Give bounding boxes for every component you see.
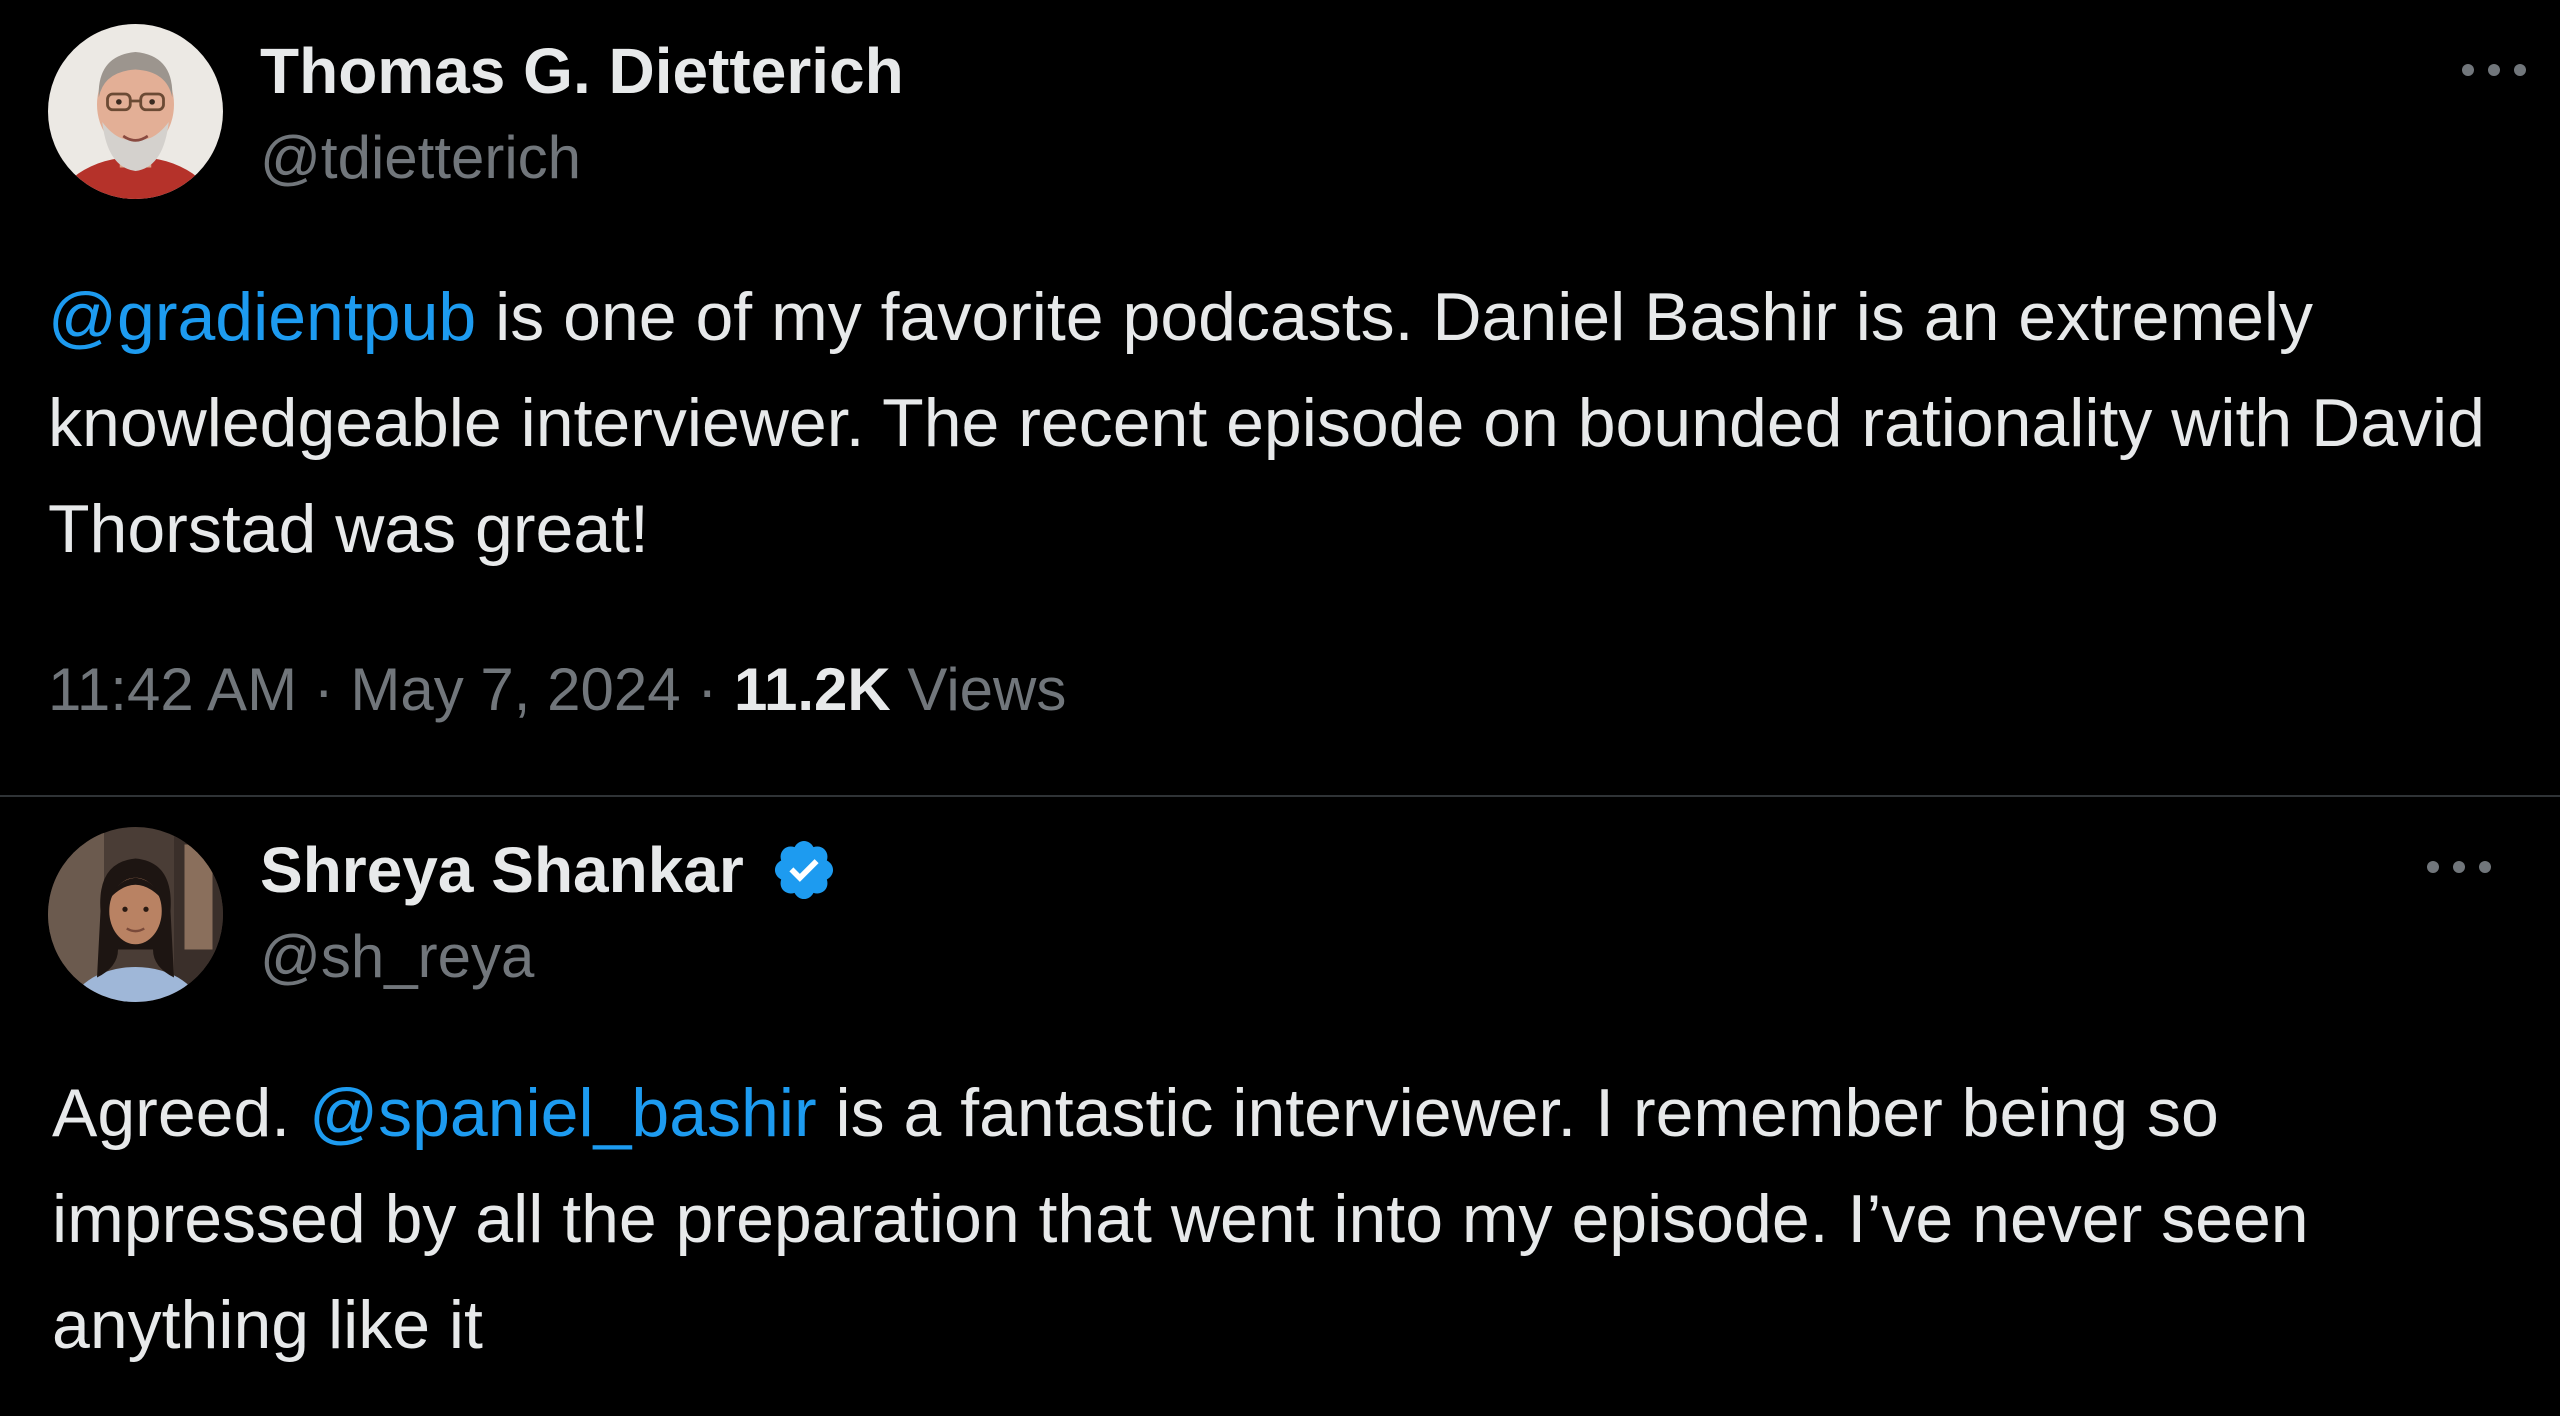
views-count[interactable]: 11.2K [734,656,891,723]
tweet-meta: 11:42 AM · May 7, 2024 · 11.2K Views [48,660,1066,720]
author-handle[interactable]: @sh_reya [260,927,534,987]
views-label: Views [890,656,1067,723]
more-options-icon[interactable] [2458,55,2530,85]
tweet-shreya-shankar: Shreya Shankar @sh_reya Agreed. @spaniel… [0,797,2560,1416]
tweet-date[interactable]: May 7, 2024 [350,656,680,723]
author-display-name[interactable]: Thomas G. Dietterich [260,39,904,103]
avatar-image [48,827,223,1002]
tweet-time[interactable]: 11:42 AM [48,656,297,723]
meta-separator: · [680,656,734,723]
tweet-text-content: Agreed. [52,1075,310,1151]
mention-link[interactable]: @spaniel_bashir [309,1075,817,1151]
mention-link[interactable]: @gradientpub [48,279,476,355]
meta-separator: · [297,656,351,723]
verified-badge-icon[interactable] [770,836,838,904]
avatar[interactable] [48,827,223,1002]
tweet-thomas-dietterich: Thomas G. Dietterich @tdietterich @gradi… [0,0,2560,795]
more-options-icon[interactable] [2423,852,2495,882]
avatar-image [48,24,223,199]
author-display-name[interactable]: Shreya Shankar [260,838,744,902]
tweet-text: @gradientpub is one of my favorite podca… [48,264,2518,582]
tweet-text: Agreed. @spaniel_bashir is a fantastic i… [52,1060,2492,1378]
author-handle[interactable]: @tdietterich [260,128,581,188]
avatar[interactable] [48,24,223,199]
